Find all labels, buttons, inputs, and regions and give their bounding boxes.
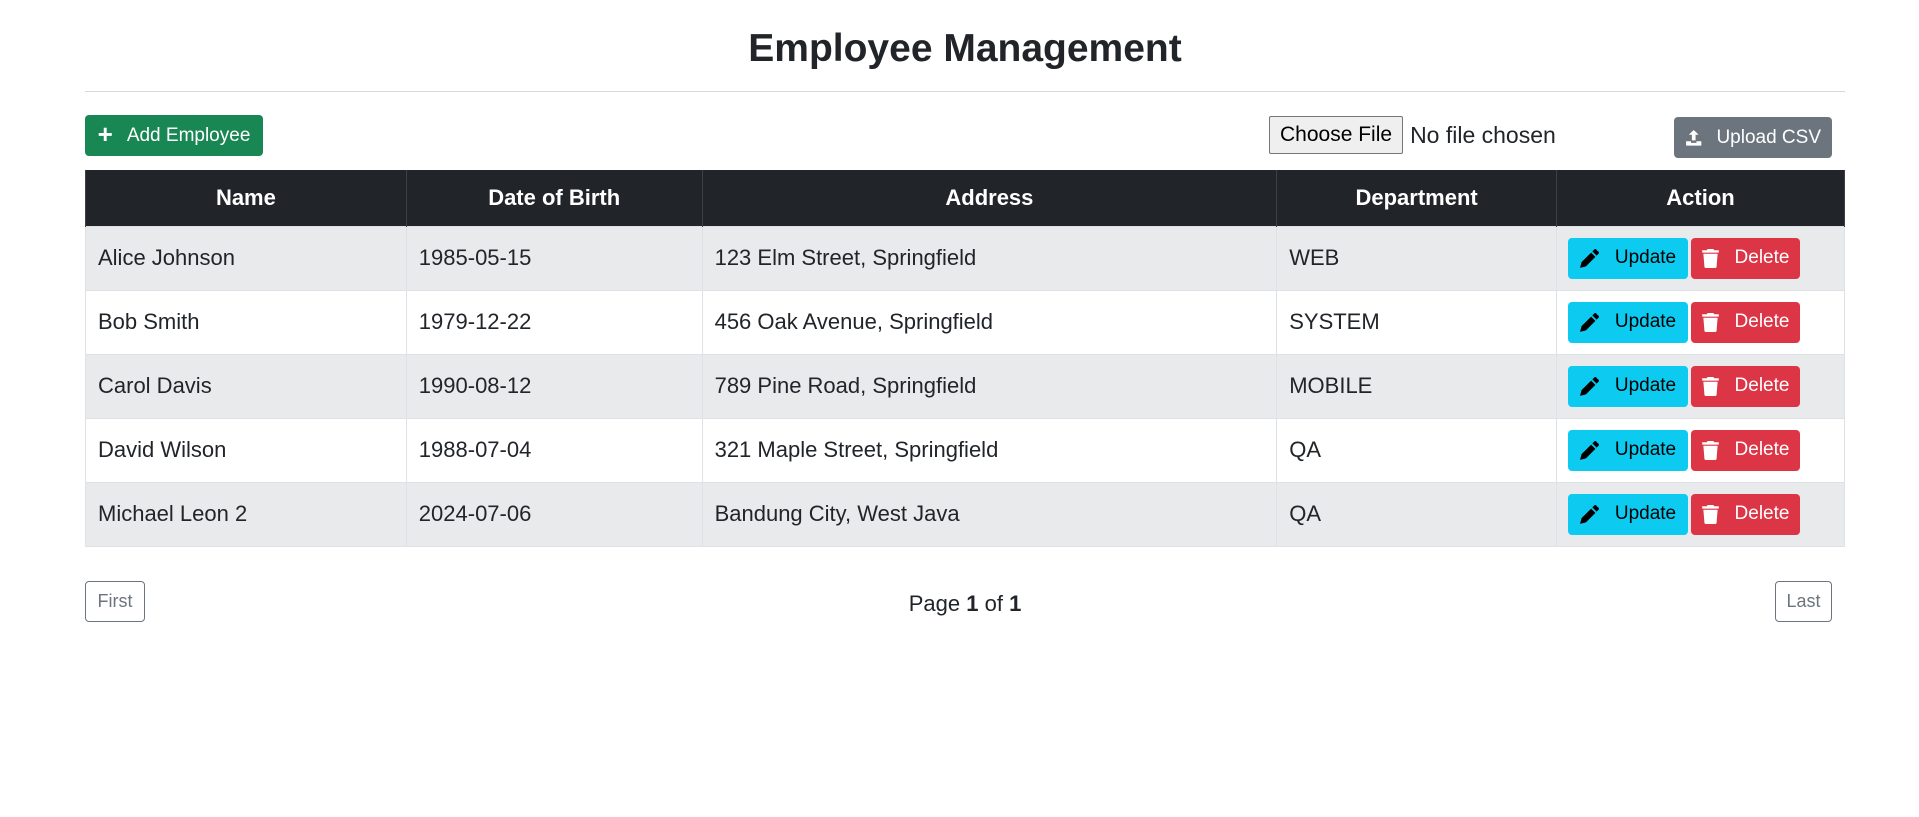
cell-date-of-birth: 2024-07-06 bbox=[405, 481, 703, 547]
table-row: Michael Leon 2 2024-07-06 Bandung City, We… bbox=[85, 481, 1845, 547]
delete-button[interactable]: Delete bbox=[1691, 237, 1800, 279]
cell-address: 123 Elm Street, Springfield bbox=[701, 225, 1278, 291]
file-status-text: No file chosen bbox=[1410, 121, 1556, 148]
last-page-button[interactable]: Last bbox=[1775, 580, 1832, 622]
delete-button[interactable]: Delete bbox=[1691, 365, 1800, 407]
upload-csv-button[interactable]: Upload CSV bbox=[1674, 117, 1832, 158]
cell-address: 456 Oak Avenue, Springfield bbox=[701, 289, 1278, 355]
cell-date-of-birth: 1979-12-22 bbox=[405, 289, 703, 355]
column-header-name: Name bbox=[85, 170, 407, 226]
pagination: First Page 1 of 1 Last bbox=[85, 547, 1845, 627]
table-header-row: Name Date of Birth Address Department Ac… bbox=[85, 170, 1845, 226]
delete-label: Delete bbox=[1734, 503, 1790, 524]
cell-name: David Wilson bbox=[85, 417, 407, 483]
update-button[interactable]: Update bbox=[1568, 429, 1688, 471]
delete-label: Delete bbox=[1734, 375, 1790, 396]
trash-icon bbox=[1701, 312, 1719, 332]
update-button[interactable]: Update bbox=[1568, 237, 1688, 279]
cell-address: Bandung City, West Java bbox=[701, 481, 1278, 547]
update-button[interactable]: Update bbox=[1568, 493, 1688, 535]
cell-department: MOBILE bbox=[1276, 353, 1557, 419]
cell-address: 789 Pine Road, Springfield bbox=[701, 353, 1278, 419]
cell-department: QA bbox=[1276, 417, 1557, 483]
delete-label: Delete bbox=[1734, 311, 1790, 332]
column-header-action: Action bbox=[1556, 170, 1845, 226]
update-button[interactable]: Update bbox=[1568, 365, 1688, 407]
update-label: Update bbox=[1614, 375, 1677, 396]
table-row: David Wilson 1988-07-04 321 Maple Street, … bbox=[85, 417, 1845, 483]
employee-table: Name Date of Birth Address Department Ac… bbox=[85, 170, 1845, 547]
table-row: Bob Smith 1979-12-22 456 Oak Avenue, Sprin… bbox=[85, 289, 1845, 355]
page-container: Employee Management + Add Employee Choos… bbox=[85, 0, 1845, 627]
cell-name: Carol Davis bbox=[85, 353, 407, 419]
update-label: Update bbox=[1614, 311, 1677, 332]
cell-actions: Update Delete bbox=[1556, 417, 1845, 483]
trash-icon bbox=[1701, 248, 1719, 268]
column-header-address: Address bbox=[701, 170, 1278, 226]
column-header-date-of-birth: Date of Birth bbox=[405, 170, 703, 226]
pencil-icon bbox=[1579, 376, 1599, 396]
cell-name: Alice Johnson bbox=[85, 225, 407, 291]
trash-icon bbox=[1701, 376, 1719, 396]
trash-icon bbox=[1701, 504, 1719, 524]
upload-icon bbox=[1686, 129, 1702, 146]
cell-actions: Update Delete bbox=[1556, 481, 1845, 547]
csv-file-input[interactable]: Choose File No file chosen bbox=[1269, 116, 1556, 154]
pencil-icon bbox=[1579, 504, 1599, 524]
upload-csv-label: Upload CSV bbox=[1716, 126, 1821, 148]
table-row: Alice Johnson 1985-05-15 123 Elm Street, S… bbox=[85, 225, 1845, 291]
update-label: Update bbox=[1614, 439, 1677, 460]
cell-name: Michael Leon 2 bbox=[85, 481, 407, 547]
column-header-department: Department bbox=[1276, 170, 1557, 226]
delete-label: Delete bbox=[1734, 439, 1790, 460]
page-prefix: Page bbox=[908, 590, 961, 616]
choose-file-button[interactable]: Choose File bbox=[1269, 116, 1404, 154]
update-label: Update bbox=[1614, 247, 1677, 268]
cell-actions: Update Delete bbox=[1556, 353, 1845, 419]
update-label: Update bbox=[1614, 503, 1677, 524]
table-body: Alice Johnson 1985-05-15 123 Elm Street, S… bbox=[85, 225, 1845, 547]
cell-actions: Update Delete bbox=[1556, 225, 1845, 291]
delete-button[interactable]: Delete bbox=[1691, 301, 1800, 343]
cell-actions: Update Delete bbox=[1556, 289, 1845, 355]
add-employee-button[interactable]: + Add Employee bbox=[85, 115, 263, 156]
toolbar: + Add Employee Choose File No file chose… bbox=[85, 92, 1845, 170]
add-employee-label: Add Employee bbox=[126, 124, 251, 146]
cell-department: WEB bbox=[1276, 225, 1557, 291]
current-page-number: 1 bbox=[966, 590, 979, 616]
pencil-icon bbox=[1579, 248, 1599, 268]
total-pages-number: 1 bbox=[1009, 590, 1022, 616]
update-button[interactable]: Update bbox=[1568, 301, 1688, 343]
cell-name: Bob Smith bbox=[85, 289, 407, 355]
cell-date-of-birth: 1990-08-12 bbox=[405, 353, 703, 419]
delete-label: Delete bbox=[1734, 247, 1790, 268]
page-of-label: of bbox=[984, 590, 1003, 616]
table-row: Carol Davis 1990-08-12 789 Pine Road, Spri… bbox=[85, 353, 1845, 419]
cell-date-of-birth: 1985-05-15 bbox=[405, 225, 703, 291]
delete-button[interactable]: Delete bbox=[1691, 429, 1800, 471]
cell-department: QA bbox=[1276, 481, 1557, 547]
delete-button[interactable]: Delete bbox=[1691, 493, 1800, 535]
pencil-icon bbox=[1579, 440, 1599, 460]
cell-department: SYSTEM bbox=[1276, 289, 1557, 355]
plus-icon: + bbox=[97, 119, 113, 149]
page-title: Employee Management bbox=[748, 27, 1182, 70]
cell-address: 321 Maple Street, Springfield bbox=[701, 417, 1278, 483]
pencil-icon bbox=[1579, 312, 1599, 332]
cell-date-of-birth: 1988-07-04 bbox=[405, 417, 703, 483]
page-indicator: Page 1 of 1 bbox=[85, 591, 1845, 617]
trash-icon bbox=[1701, 440, 1719, 460]
